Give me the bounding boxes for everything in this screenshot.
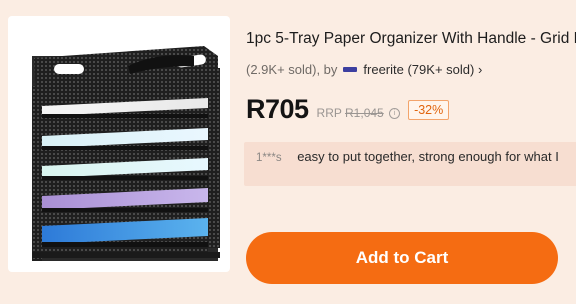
current-price: R705 (246, 94, 309, 124)
info-icon[interactable]: i (389, 108, 401, 120)
review-text: easy to put together, strong enough for … (297, 149, 559, 164)
review-user: 1***s (256, 152, 282, 164)
seller-link[interactable]: freerite (79K+ sold) › (363, 62, 482, 77)
seller-name: freerite (79K+ sold) (363, 62, 475, 77)
chevron-right-icon: › (477, 62, 483, 77)
rrp-label: RRP (316, 106, 342, 120)
price-row: R705 RRP R1,045 i -32% (246, 94, 450, 125)
paper-organizer-image (32, 46, 220, 261)
review-item: 1***s easy to put together, strong enoug… (256, 149, 559, 164)
seller-logo-icon (343, 67, 358, 72)
rrp-value: R1,045 (345, 106, 384, 120)
sales-seller-row: (2.9K+ sold), by freerite (79K+ sold) › (246, 62, 482, 77)
sold-count: (2.9K+ sold), by (246, 62, 338, 77)
rrp-price: RRP R1,045 i (317, 106, 401, 120)
review-ticker[interactable]: 1***s easy to put together, strong enoug… (244, 142, 576, 186)
product-image[interactable] (8, 16, 230, 272)
product-title[interactable]: 1pc 5-Tray Paper Organizer With Handle -… (246, 30, 576, 48)
add-to-cart-button[interactable]: Add to Cart (246, 232, 558, 284)
discount-badge: -32% (408, 100, 450, 120)
